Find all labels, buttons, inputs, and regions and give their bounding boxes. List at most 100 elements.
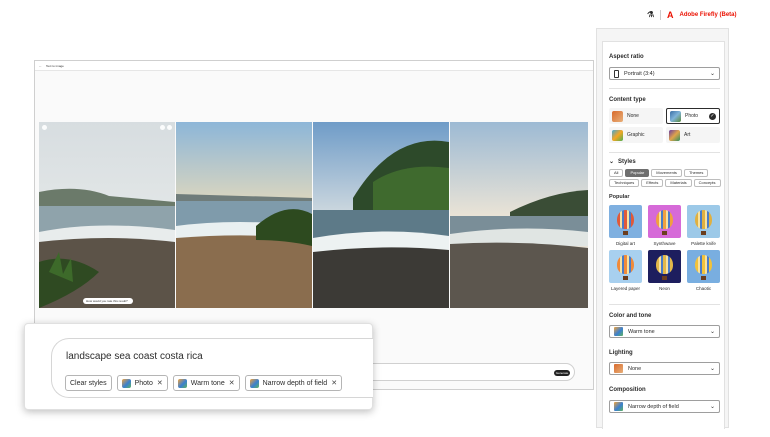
- prompt-text[interactable]: landscape sea coast costa rica: [66, 351, 203, 362]
- back-label[interactable]: Text to image: [46, 64, 64, 68]
- content-type-graphic[interactable]: Graphic: [609, 127, 663, 143]
- back-arrow-icon[interactable]: ←: [39, 64, 42, 68]
- style-thumbnail[interactable]: Layered paper: [609, 250, 642, 291]
- balloon-basket: [662, 276, 667, 280]
- hot-air-balloon-image: [609, 205, 642, 238]
- chevron-down-icon: ⌄: [709, 366, 715, 372]
- style-chips: Clear styles Photo ✕ Warm tone ✕ Narrow …: [65, 375, 343, 391]
- divider: [609, 304, 720, 305]
- tile-actions: [160, 125, 172, 130]
- result-image-2[interactable]: [176, 122, 312, 308]
- styles-title: Styles: [618, 158, 636, 165]
- tab-themes[interactable]: Themes: [683, 169, 709, 177]
- portrait-icon: [614, 69, 619, 78]
- style-tabs: All Popular Movements Themes Techniques …: [609, 169, 721, 187]
- balloon-basket: [701, 231, 706, 235]
- image-gallery: How would you rate this result?: [39, 122, 589, 308]
- rating-prompt[interactable]: How would you rate this result?: [83, 298, 133, 304]
- balloon-shape: [695, 255, 712, 274]
- beach-image: [313, 122, 449, 308]
- content-type-art[interactable]: Art: [666, 127, 720, 143]
- style-label: Neon: [659, 286, 670, 291]
- balloon-basket: [662, 231, 667, 235]
- chevron-down-icon: ⌄: [609, 159, 615, 165]
- style-thumbnail[interactable]: Chaotic: [687, 250, 720, 291]
- style-thumbnail[interactable]: Synthwave: [648, 205, 681, 246]
- result-image-1[interactable]: How would you rate this result?: [39, 122, 175, 308]
- aspect-ratio-title: Aspect ratio: [609, 54, 644, 60]
- chip-warm-tone[interactable]: Warm tone ✕: [172, 375, 240, 391]
- hot-air-balloon-image: [687, 250, 720, 283]
- none-thumb-icon: [612, 110, 623, 122]
- graphic-thumb-icon: [612, 129, 623, 141]
- popular-title: Popular: [609, 194, 630, 200]
- brand-divider: [660, 10, 661, 20]
- tab-popular[interactable]: Popular: [625, 169, 650, 177]
- tab-concepts[interactable]: Concepts: [693, 179, 721, 187]
- settings-panel: Aspect ratio Portrait (3:4) ⌄ Content ty…: [596, 28, 729, 429]
- result-image-4[interactable]: [450, 122, 588, 308]
- style-label: Synthwave: [653, 241, 676, 246]
- beach-image: [450, 122, 588, 308]
- hot-air-balloon-image: [687, 205, 720, 238]
- hot-air-balloon-image: [648, 205, 681, 238]
- style-label: Palette knife: [691, 241, 716, 246]
- lighting-select[interactable]: None ⌄: [609, 362, 720, 375]
- chip-label: Photo: [134, 379, 153, 387]
- chip-narrow-depth[interactable]: Narrow depth of field ✕: [244, 375, 343, 391]
- warm-tone-thumb-icon: [614, 327, 623, 336]
- content-type-title: Content type: [609, 97, 646, 103]
- color-tone-select[interactable]: Warm tone ⌄: [609, 325, 720, 338]
- settings-panel-body: Aspect ratio Portrait (3:4) ⌄ Content ty…: [602, 41, 725, 429]
- result-image-3[interactable]: [313, 122, 449, 308]
- brand-bar: ⚗ A Adobe Firefly (Beta): [647, 10, 737, 20]
- close-icon[interactable]: ✕: [157, 379, 163, 387]
- chip-label: Warm tone: [190, 379, 225, 387]
- content-type-none[interactable]: None: [609, 108, 663, 124]
- art-thumb-icon: [669, 129, 680, 141]
- composition-select[interactable]: Narrow depth of field ⌄: [609, 400, 720, 413]
- color-tone-title: Color and tone: [609, 313, 652, 319]
- tab-materials[interactable]: Materials: [665, 179, 692, 187]
- tab-movements[interactable]: Movements: [651, 169, 682, 177]
- beaker-icon[interactable]: ⚗: [647, 11, 654, 19]
- chip-photo[interactable]: Photo ✕: [116, 375, 168, 391]
- divider: [609, 152, 720, 153]
- balloon-shape: [656, 210, 673, 229]
- tile-share-icon[interactable]: [167, 125, 172, 130]
- style-thumbnail[interactable]: Neon: [648, 250, 681, 291]
- tab-techniques[interactable]: Techniques: [609, 179, 640, 187]
- top-toolbar: ← Text to image: [35, 61, 593, 71]
- adobe-logo-icon: A: [667, 9, 674, 20]
- composition-value: Narrow depth of field: [628, 403, 679, 410]
- styles-header[interactable]: ⌄ Styles: [609, 158, 636, 166]
- generate-button[interactable]: Generate: [554, 370, 570, 376]
- tile-info-icon[interactable]: [42, 125, 47, 130]
- chevron-down-icon: ⌄: [709, 404, 715, 410]
- color-tone-value: Warm tone: [628, 328, 655, 335]
- chevron-down-icon: ⌄: [709, 329, 715, 335]
- close-icon[interactable]: ✕: [229, 379, 235, 387]
- brand-name[interactable]: Adobe Firefly (Beta): [680, 12, 737, 18]
- style-label: Digital art: [615, 241, 635, 246]
- tab-effects[interactable]: Effects: [641, 179, 664, 187]
- balloon-basket: [701, 276, 706, 280]
- composition-title: Composition: [609, 387, 646, 393]
- balloon-basket: [623, 276, 628, 280]
- depth-thumb-icon: [249, 378, 259, 388]
- aspect-ratio-select[interactable]: Portrait (3:4) ⌄: [609, 67, 720, 80]
- tab-all[interactable]: All: [609, 169, 624, 177]
- clear-styles-button[interactable]: Clear styles: [65, 375, 112, 391]
- style-thumbnail[interactable]: Palette knife: [687, 205, 720, 246]
- style-thumbnail[interactable]: Digital art: [609, 205, 642, 246]
- balloon-shape: [617, 255, 634, 274]
- content-type-photo[interactable]: Photo ✓: [666, 108, 720, 124]
- chip-label: Narrow depth of field: [262, 379, 328, 387]
- style-label: Chaotic: [695, 286, 712, 291]
- warm-tone-thumb-icon: [177, 378, 187, 388]
- content-type-label: Graphic: [627, 132, 645, 138]
- checkmark-icon: ✓: [709, 113, 716, 120]
- tile-more-icon[interactable]: [160, 125, 165, 130]
- beach-image: [176, 122, 312, 308]
- close-icon[interactable]: ✕: [331, 379, 337, 387]
